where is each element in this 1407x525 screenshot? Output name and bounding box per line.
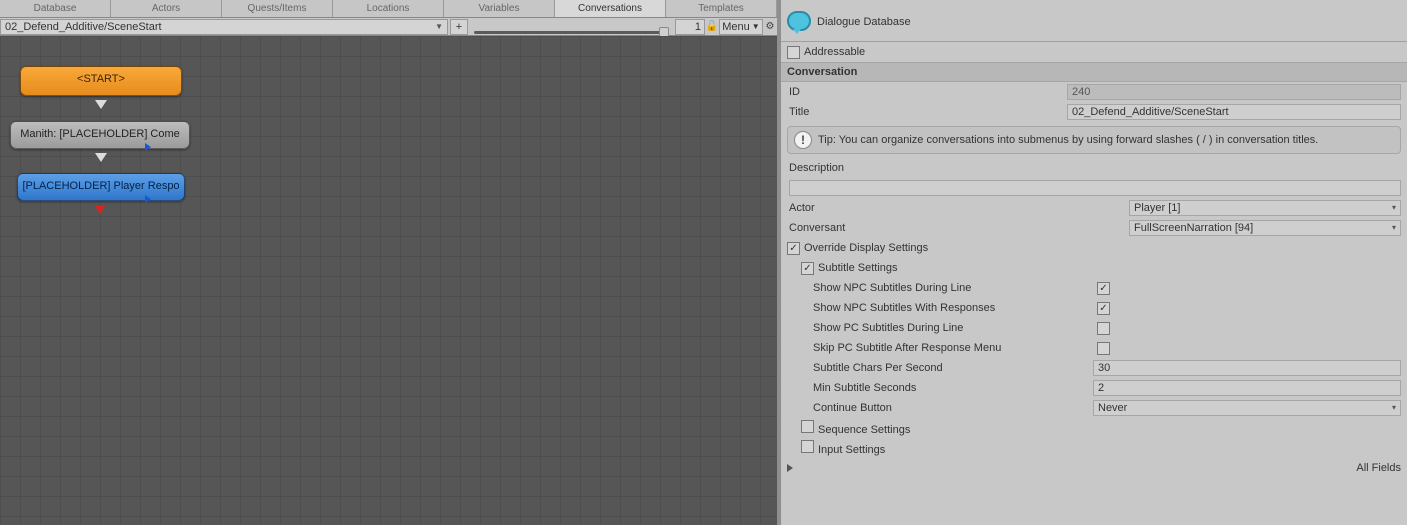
title-row: Title [781,102,1407,122]
tab-conversations[interactable]: Conversations [555,0,666,17]
addressable-row: Addressable [781,42,1407,62]
title-label: Title [787,106,1067,118]
actor-label: Actor [787,202,1129,214]
tip-box: ! Tip: You can organize conversations in… [787,126,1401,154]
npc-with-resp-row: Show NPC Subtitles With Responses ✓ [781,298,1407,318]
sequence-marker-icon [145,195,151,203]
continue-label: Continue Button [787,402,1093,414]
min-sec-label: Min Subtitle Seconds [787,382,1093,394]
description-value-row [781,178,1407,198]
node-start[interactable]: <START> [20,66,182,96]
subtitle-settings-checkbox[interactable]: ✓ [801,262,814,275]
inspector-title: Dialogue Database [817,14,911,28]
override-label: Override Display Settings [804,242,928,254]
sequence-settings-label: Sequence Settings [818,424,910,436]
input-settings-label: Input Settings [818,444,885,456]
conversant-label: Conversant [787,222,1129,234]
lock-icon[interactable]: ⁠🔓 [705,21,719,32]
tab-templates[interactable]: Templates [666,0,777,17]
addressable-checkbox[interactable] [787,46,800,59]
conversation-section-header: Conversation [781,62,1407,82]
arrow-icon [95,100,107,109]
subtitle-settings-label: Subtitle Settings [818,262,898,274]
chars-sec-label: Subtitle Chars Per Second [787,362,1093,374]
all-fields-row[interactable]: All Fields [781,458,1407,478]
description-label: Description [787,162,1067,174]
sequence-settings-row: Sequence Settings [781,418,1407,438]
pc-during-label: Show PC Subtitles During Line [787,322,1097,334]
chevron-down-icon: ▾ [1392,201,1396,215]
sequence-marker-icon [145,143,151,151]
tab-variables[interactable]: Variables [444,0,555,17]
conversant-dropdown[interactable]: FullScreenNarration [94]▾ [1129,220,1401,236]
id-label: ID [787,86,1067,98]
tab-locations[interactable]: Locations [333,0,444,17]
chevron-down-icon: ▾ [1392,221,1396,235]
chars-sec-input[interactable] [1093,360,1401,376]
graph-menu-button[interactable]: Menu▼ [719,19,763,35]
actor-dropdown[interactable]: Player [1]▾ [1129,200,1401,216]
npc-with-resp-checkbox[interactable]: ✓ [1097,302,1110,315]
conversation-dropdown-label: 02_Defend_Additive/SceneStart [5,20,162,34]
inspector-panel: Dialogue Database Addressable Conversati… [781,0,1407,525]
skip-pc-row: Skip PC Subtitle After Response Menu [781,338,1407,358]
zoom-value-field[interactable]: 1 [675,19,705,35]
category-tabstrip: Database Actors Quests/Items Locations V… [0,0,777,18]
npc-during-label: Show NPC Subtitles During Line [787,282,1097,294]
override-checkbox[interactable]: ✓ [787,242,800,255]
min-sec-row: Min Subtitle Seconds [781,378,1407,398]
actor-row: Actor Player [1]▾ [781,198,1407,218]
pc-during-row: Show PC Subtitles During Line [781,318,1407,338]
sequence-settings-checkbox[interactable] [801,420,814,433]
fold-arrow-icon [787,464,1352,472]
description-input[interactable] [789,180,1401,196]
title-input[interactable] [1067,104,1401,120]
info-icon: ! [794,131,812,149]
skip-pc-label: Skip PC Subtitle After Response Menu [787,342,1097,354]
inspector-header: Dialogue Database [781,0,1407,42]
continue-dropdown[interactable]: Never▾ [1093,400,1401,416]
tab-actors[interactable]: Actors [111,0,222,17]
graph-toolbar: 02_Defend_Additive/SceneStart ▼ + 1 ⁠🔓 M… [0,18,777,36]
subtitle-settings-row: ✓ Subtitle Settings [781,258,1407,278]
npc-during-checkbox[interactable]: ✓ [1097,282,1110,295]
description-label-row: Description [781,158,1407,178]
node-player-response[interactable]: [PLACEHOLDER] Player Respo [17,173,185,201]
tab-database[interactable]: Database [0,0,111,17]
pc-during-checkbox[interactable] [1097,322,1110,335]
graph-panel: Database Actors Quests/Items Locations V… [0,0,777,525]
input-settings-row: Input Settings [781,438,1407,458]
min-sec-input[interactable] [1093,380,1401,396]
chevron-down-icon: ▾ [1392,401,1396,415]
all-fields-label: All Fields [1356,462,1401,474]
override-row: ✓ Override Display Settings [781,238,1407,258]
input-settings-checkbox[interactable] [801,440,814,453]
continue-row: Continue Button Never▾ [781,398,1407,418]
gear-icon[interactable]: ⚙ [763,21,777,32]
arrow-icon [95,153,107,162]
conversant-row: Conversant FullScreenNarration [94]▾ [781,218,1407,238]
npc-during-row: Show NPC Subtitles During Line ✓ [781,278,1407,298]
tip-text: Tip: You can organize conversations into… [818,134,1318,146]
conversation-dropdown[interactable]: 02_Defend_Additive/SceneStart ▼ [0,19,448,35]
chars-sec-row: Subtitle Chars Per Second [781,358,1407,378]
node-graph-canvas[interactable]: <START> Manith: [PLACEHOLDER] Come [PLAC… [0,36,777,525]
warning-marker-icon [95,206,105,214]
chevron-down-icon: ▼ [435,20,443,34]
zoom-slider[interactable] [474,25,669,29]
npc-with-resp-label: Show NPC Subtitles With Responses [787,302,1097,314]
skip-pc-checkbox[interactable] [1097,342,1110,355]
tab-quests[interactable]: Quests/Items [222,0,333,17]
add-conversation-button[interactable]: + [450,19,468,35]
id-row: ID 240 [781,82,1407,102]
id-value: 240 [1067,84,1401,100]
addressable-label: Addressable [804,46,865,58]
dialogue-database-icon [787,11,811,31]
node-npc-line[interactable]: Manith: [PLACEHOLDER] Come [10,121,190,149]
chevron-down-icon: ▼ [752,20,760,34]
